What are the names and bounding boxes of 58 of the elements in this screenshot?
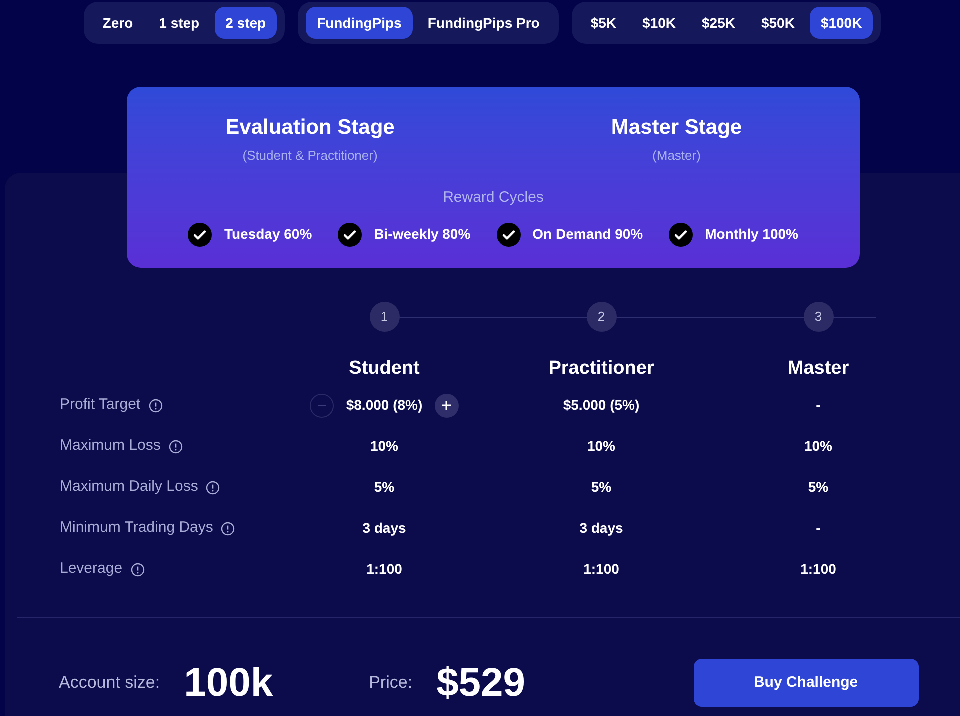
step-number: 1 xyxy=(370,302,400,332)
option-tab[interactable]: $5K xyxy=(580,7,628,39)
reward-cycle-label: Monthly 100% xyxy=(705,225,798,244)
rule-value: 3 days xyxy=(580,519,624,538)
option-tab[interactable]: $100K xyxy=(810,7,874,39)
rule-value: - xyxy=(816,396,821,415)
rule-value: - xyxy=(816,519,821,538)
info-icon[interactable] xyxy=(221,522,236,536)
rule-value: 10% xyxy=(804,437,833,456)
rule-value: 1:100 xyxy=(800,560,836,579)
increase-button[interactable] xyxy=(434,394,459,418)
option-tab[interactable]: 2 step xyxy=(214,7,278,39)
account-size-label: Account size: xyxy=(59,672,160,694)
reward-cycles-title: Reward Cycles xyxy=(443,188,544,208)
phase-name: Student xyxy=(349,356,420,380)
stage-subtitle: (Student & Practitioner) xyxy=(242,146,378,165)
option-tab[interactable]: Zero xyxy=(92,7,144,39)
rule-value: $5.000 (5%) xyxy=(563,396,640,415)
rule-value: 5% xyxy=(808,478,829,497)
rule-value: 5% xyxy=(591,478,612,497)
info-icon[interactable] xyxy=(168,440,183,454)
rule-label: Maximum Daily Loss xyxy=(60,477,198,498)
rule-value: 10% xyxy=(370,437,399,456)
buy-challenge-button[interactable]: Buy Challenge xyxy=(694,659,919,707)
plus-icon xyxy=(442,401,452,410)
option-tab[interactable]: 1 step xyxy=(148,7,211,39)
option-tab[interactable]: $25K xyxy=(691,7,746,39)
info-icon[interactable] xyxy=(206,480,220,494)
step-number: 2 xyxy=(586,302,616,332)
info-icon[interactable] xyxy=(130,562,145,576)
option-tab[interactable]: $10K xyxy=(632,7,687,39)
reward-cycle-label: Tuesday 60% xyxy=(224,225,312,244)
stage-title: Master Stage xyxy=(611,115,742,141)
phase-name: Master xyxy=(788,356,850,380)
rule-label: Minimum Trading Days xyxy=(60,518,214,538)
rule-value: 3 days xyxy=(362,519,406,538)
stage-title: Evaluation Stage xyxy=(226,115,395,141)
option-tab[interactable]: FundingPips xyxy=(306,7,413,39)
option-tab[interactable]: FundingPips Pro xyxy=(416,7,551,39)
rule-value: $8.000 (8%) xyxy=(346,396,423,415)
rule-label: Leverage xyxy=(60,559,123,580)
minus-icon xyxy=(318,404,326,406)
rule-label: Maximum Loss xyxy=(60,436,161,456)
account-size-value: 100k xyxy=(184,660,274,707)
info-icon[interactable] xyxy=(148,398,163,412)
rule-value: 5% xyxy=(374,478,395,497)
step-number: 3 xyxy=(804,302,834,332)
rule-value: 1:100 xyxy=(366,560,402,579)
rule-label: Profit Target xyxy=(60,395,141,416)
option-tab[interactable]: $50K xyxy=(750,7,806,39)
price-label: Price: xyxy=(369,672,413,694)
rule-value: 1:100 xyxy=(584,560,620,579)
price-value: $529 xyxy=(436,660,526,707)
reward-cycle-label: On Demand 90% xyxy=(532,225,644,244)
reward-cycle-label: Bi-weekly 80% xyxy=(374,225,471,244)
phase-name: Practitioner xyxy=(548,356,654,380)
rule-value: 10% xyxy=(587,437,616,456)
stage-subtitle: (Master) xyxy=(652,146,701,165)
